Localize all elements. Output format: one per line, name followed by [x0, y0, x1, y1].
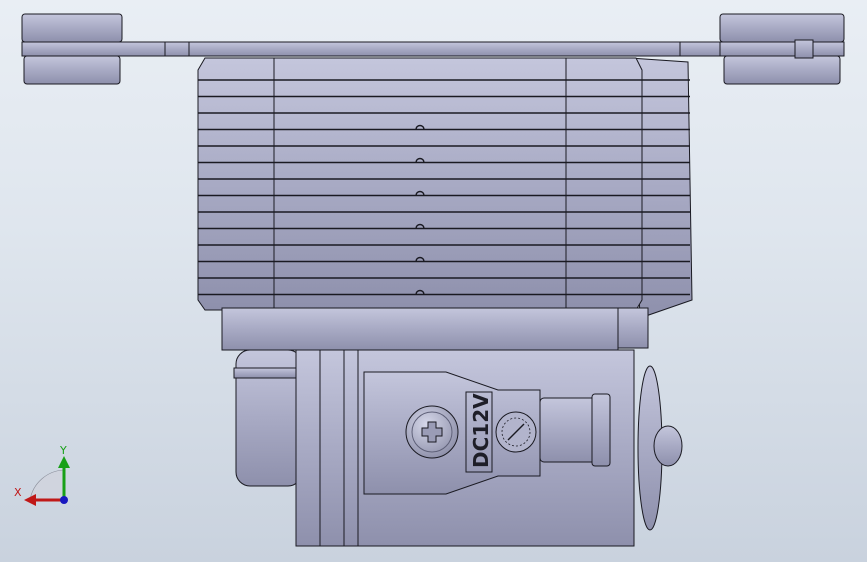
axis-triad: Y X [14, 444, 70, 506]
x-axis-arrow [24, 494, 36, 506]
neck-right [617, 307, 649, 349]
part-model[interactable]: DC12V Y X [0, 0, 867, 562]
left-tab [164, 41, 190, 57]
x-axis-label: X [14, 486, 22, 499]
dial-icon [495, 411, 537, 453]
z-axis [60, 496, 68, 504]
left-ear-top [21, 13, 123, 43]
mounting-plate [21, 41, 845, 57]
left-ear-bottom [23, 55, 121, 85]
connector-voltage-label: DC12V [469, 393, 493, 468]
y-axis-arrow [58, 456, 70, 468]
cad-viewport[interactable]: DC12V Y X [0, 0, 867, 562]
phillips-screw-icon [405, 405, 459, 459]
right-bushing [794, 39, 814, 59]
right-ear-top [719, 13, 845, 43]
right-tab [679, 41, 721, 57]
body-neck [221, 307, 619, 351]
y-axis-label: Y [59, 444, 67, 457]
left-boss-ring [233, 367, 305, 379]
right-ear-bottom [723, 55, 841, 85]
